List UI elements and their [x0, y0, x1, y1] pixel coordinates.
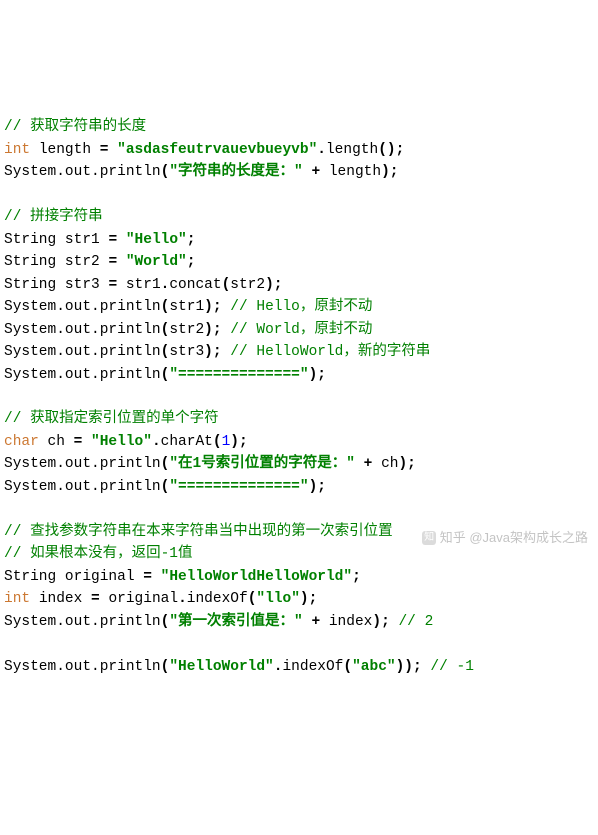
- call: System.out.println: [4, 479, 161, 495]
- method: length: [326, 142, 378, 158]
- call: System.out.println: [4, 344, 161, 360]
- keyword-int: int: [4, 591, 30, 607]
- call: System.out.println: [4, 299, 161, 315]
- identifier: str1: [65, 232, 100, 248]
- number: 1: [222, 434, 231, 450]
- identifier: ch: [381, 456, 398, 472]
- identifier: length: [329, 164, 381, 180]
- comment: // 查找参数字符串在本来字符串当中出现的第一次索引位置: [4, 524, 393, 540]
- parens: ();: [378, 142, 404, 158]
- string-literal: "==============": [169, 479, 308, 495]
- comment: // 2: [398, 614, 433, 630]
- type-string: String: [4, 232, 56, 248]
- identifier: index: [39, 591, 83, 607]
- op-assign: =: [108, 232, 117, 248]
- comment: // 获取指定索引位置的单个字符: [4, 411, 219, 427]
- comment: // World，原封不动: [230, 322, 372, 338]
- dot: .: [317, 142, 326, 158]
- method: charAt: [161, 434, 213, 450]
- method: indexOf: [187, 591, 248, 607]
- semi: ;: [187, 232, 196, 248]
- comment: // HelloWorld，新的字符串: [230, 344, 430, 360]
- op-assign: =: [108, 277, 117, 293]
- op-assign: =: [100, 142, 109, 158]
- comment: // 获取字符串的长度: [4, 119, 146, 135]
- paren: (: [222, 277, 231, 293]
- string-literal: "World": [126, 254, 187, 270]
- identifier: length: [39, 142, 91, 158]
- comment: // 拼接字符串: [4, 209, 103, 225]
- string-literal: "asdasfeutrvauevbueyvb": [117, 142, 317, 158]
- string-literal: "HelloWorld": [169, 659, 273, 675]
- call: System.out.println: [4, 659, 161, 675]
- comment: // 如果根本没有，返回-1值: [4, 546, 193, 562]
- identifier: str2: [65, 254, 100, 270]
- identifier: str1: [126, 277, 161, 293]
- identifier: original: [108, 591, 178, 607]
- identifier: ch: [48, 434, 65, 450]
- paren: );: [381, 164, 398, 180]
- call: System.out.println: [4, 456, 161, 472]
- type-string: String: [4, 569, 56, 585]
- call: System.out.println: [4, 164, 161, 180]
- comment: // Hello，原封不动: [230, 299, 372, 315]
- identifier: str3: [169, 344, 204, 360]
- string-literal: "==============": [169, 367, 308, 383]
- string-literal: "Hello": [126, 232, 187, 248]
- watermark-text: 知乎 @Java架构成长之路: [440, 530, 588, 545]
- identifier: original: [65, 569, 135, 585]
- keyword-char: char: [4, 434, 39, 450]
- string-literal: "在1号索引位置的字符是：": [169, 456, 355, 472]
- identifier: str2: [230, 277, 265, 293]
- call: System.out.println: [4, 614, 161, 630]
- op-assign: =: [74, 434, 83, 450]
- identifier: str1: [169, 299, 204, 315]
- method: concat: [169, 277, 221, 293]
- method: indexOf: [282, 659, 343, 675]
- string-literal: "abc": [352, 659, 396, 675]
- comment: // -1: [430, 659, 474, 675]
- op-plus: +: [311, 164, 320, 180]
- keyword-int: int: [4, 142, 30, 158]
- string-literal: "HelloWorldHelloWorld": [161, 569, 352, 585]
- code-block: // 获取字符串的长度 int length = "asdasfeutrvaue…: [4, 94, 594, 678]
- paren: );: [265, 277, 282, 293]
- type-string: String: [4, 277, 56, 293]
- op-assign: =: [108, 254, 117, 270]
- watermark: 知 知乎 @Java架构成长之路: [422, 508, 588, 548]
- identifier: str3: [65, 277, 100, 293]
- string-literal: "llo": [256, 591, 300, 607]
- identifier: index: [329, 614, 373, 630]
- identifier: str2: [169, 322, 204, 338]
- string-literal: "字符串的长度是：": [169, 164, 302, 180]
- string-literal: "Hello": [91, 434, 152, 450]
- call: System.out.println: [4, 322, 161, 338]
- string-literal: "第一次索引值是：": [169, 614, 302, 630]
- type-string: String: [4, 254, 56, 270]
- zhihu-icon: 知: [422, 531, 436, 545]
- call: System.out.println: [4, 367, 161, 383]
- semi: ;: [187, 254, 196, 270]
